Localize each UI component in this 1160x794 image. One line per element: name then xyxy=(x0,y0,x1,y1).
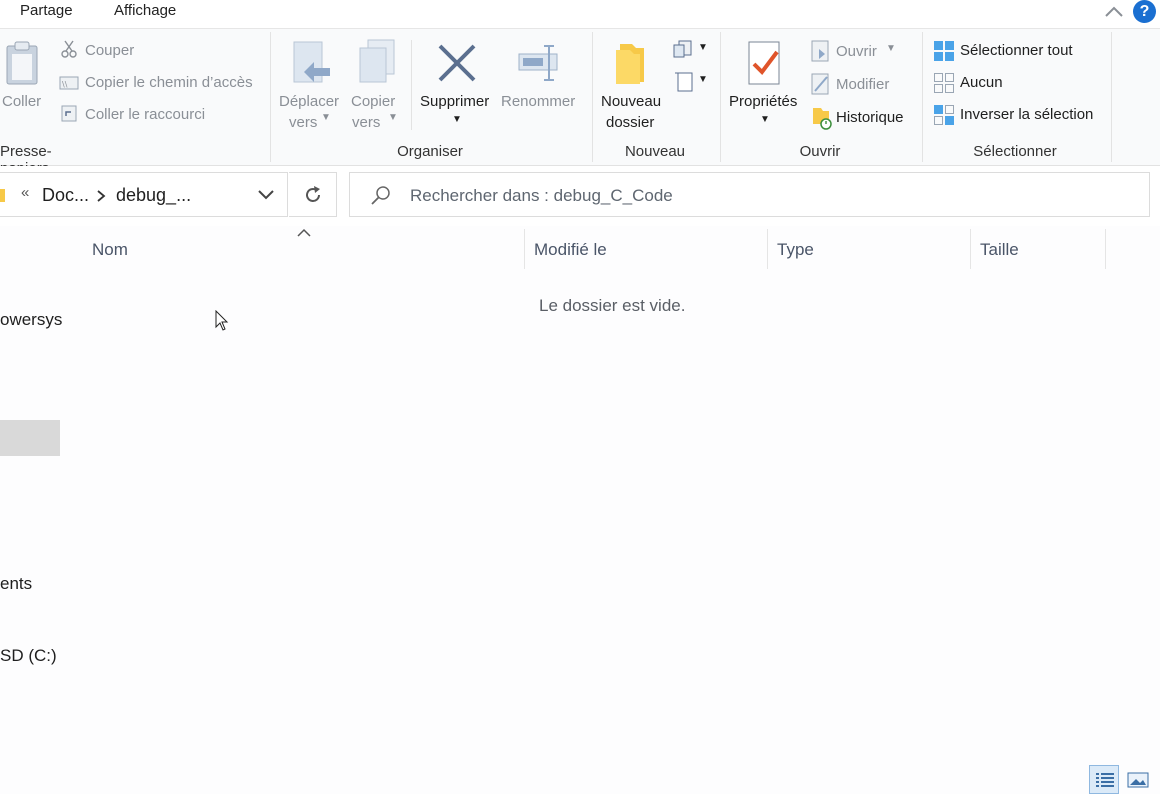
refresh-icon xyxy=(306,186,320,202)
dropdown-arrow-icon[interactable]: ▼ xyxy=(698,74,708,85)
details-view-icon xyxy=(1096,773,1114,787)
cut-button[interactable]: Couper xyxy=(85,42,134,59)
group-separator xyxy=(720,32,721,162)
move-to-icon[interactable] xyxy=(292,40,332,86)
column-divider[interactable] xyxy=(1105,229,1106,269)
open-button[interactable]: Ouvrir xyxy=(836,43,877,60)
search-placeholder[interactable]: Rechercher dans : debug_C_Code xyxy=(410,186,673,206)
column-header-type[interactable]: Type xyxy=(777,240,814,260)
history-icon xyxy=(813,108,832,130)
history-button[interactable]: Historique xyxy=(836,109,904,126)
search-box[interactable]: Rechercher dans : debug_C_Code xyxy=(349,172,1150,217)
rename-icon[interactable] xyxy=(517,42,563,84)
copy-to-label[interactable]: Copier xyxy=(351,93,395,110)
properties-icon[interactable] xyxy=(747,40,783,86)
group-separator xyxy=(411,40,412,130)
group-label-organize: Organiser xyxy=(397,143,463,160)
select-all-icon xyxy=(934,41,954,61)
invert-selection-icon xyxy=(934,105,954,125)
dropdown-arrow-icon[interactable]: ▼ xyxy=(452,114,462,125)
breadcrumb-item-current[interactable]: debug_... xyxy=(116,185,191,206)
edit-button[interactable]: Modifier xyxy=(836,76,889,93)
group-label-open: Ouvrir xyxy=(799,143,841,160)
column-divider[interactable] xyxy=(524,229,525,269)
copy-to-icon[interactable] xyxy=(358,38,400,86)
easy-access-icon[interactable] xyxy=(674,70,694,92)
group-separator xyxy=(1111,32,1112,162)
move-to-label[interactable]: Déplacer xyxy=(279,93,339,110)
tab-affichage[interactable]: Affichage xyxy=(114,2,176,19)
new-folder-icon[interactable] xyxy=(614,40,650,86)
chevron-right-icon xyxy=(97,190,106,202)
column-header-name[interactable]: Nom xyxy=(92,240,128,260)
dropdown-arrow-icon[interactable]: ▼ xyxy=(388,112,398,123)
copy-path-icon: \\ xyxy=(59,76,79,90)
delete-button[interactable]: Supprimer xyxy=(420,93,489,110)
ribbon-tab-bar: Partage Affichage ? xyxy=(0,0,1160,28)
search-icon xyxy=(371,186,390,205)
open-icon xyxy=(811,40,829,62)
breadcrumb-overflow[interactable]: « xyxy=(21,184,29,201)
large-icons-view-button[interactable] xyxy=(1123,765,1153,794)
chevron-up-icon[interactable] xyxy=(1104,4,1124,20)
paste-shortcut-icon xyxy=(61,105,77,122)
breadcrumb-item-documents[interactable]: Doc... xyxy=(42,185,89,206)
mouse-cursor-icon xyxy=(215,310,229,331)
column-divider[interactable] xyxy=(767,229,768,269)
empty-folder-message: Le dossier est vide. xyxy=(539,296,686,315)
group-separator xyxy=(592,32,593,162)
group-separator xyxy=(270,32,271,162)
group-separator xyxy=(922,32,923,162)
scissors-icon xyxy=(61,40,77,58)
group-label-select: Sélectionner xyxy=(973,143,1057,160)
svg-text:\\: \\ xyxy=(62,80,68,89)
edit-icon xyxy=(811,73,829,95)
new-folder-label[interactable]: Nouveau xyxy=(601,93,661,110)
properties-button[interactable]: Propriétés xyxy=(729,93,797,110)
rename-button[interactable]: Renommer xyxy=(501,93,575,110)
paste-button[interactable]: Coller xyxy=(2,93,41,110)
select-all-button[interactable]: Sélectionner tout xyxy=(960,42,1073,59)
move-to-label-2[interactable]: vers xyxy=(289,114,317,131)
nav-item-onedrive[interactable]: owersys xyxy=(0,310,62,330)
refresh-button[interactable] xyxy=(289,172,337,217)
column-header-size[interactable]: Taille xyxy=(980,240,1019,260)
details-view-button[interactable] xyxy=(1089,765,1119,794)
address-bar[interactable]: « Doc... debug_... xyxy=(0,172,288,217)
select-none-button[interactable]: Aucun xyxy=(960,74,1003,91)
clipboard-paste-icon[interactable] xyxy=(4,40,40,86)
nav-item-documents[interactable]: ents xyxy=(0,574,32,594)
new-folder-label-2[interactable]: dossier xyxy=(606,114,654,131)
help-icon[interactable]: ? xyxy=(1133,0,1156,23)
delete-x-icon[interactable] xyxy=(437,43,477,83)
copy-path-button[interactable]: Copier le chemin d’accès xyxy=(85,74,253,91)
nav-item-selected[interactable] xyxy=(0,420,60,456)
group-label-new: Nouveau xyxy=(624,143,686,160)
dropdown-arrow-icon[interactable]: ▼ xyxy=(321,112,331,123)
sort-ascending-icon xyxy=(297,228,311,237)
paste-shortcut-button[interactable]: Coller le raccourci xyxy=(85,106,205,123)
new-item-icon[interactable] xyxy=(673,39,695,59)
large-icons-view-icon xyxy=(1127,772,1149,788)
dropdown-arrow-icon[interactable]: ▼ xyxy=(698,42,708,53)
nav-item-drive-c[interactable]: SD (C:) xyxy=(0,646,57,666)
chevron-down-icon[interactable] xyxy=(258,190,274,200)
dropdown-arrow-icon[interactable]: ▼ xyxy=(760,114,770,125)
tab-partage[interactable]: Partage xyxy=(20,2,73,19)
copy-to-label-2[interactable]: vers xyxy=(352,114,380,131)
dropdown-arrow-icon[interactable]: ▼ xyxy=(886,43,896,54)
column-header-modified[interactable]: Modifié le xyxy=(534,240,607,260)
column-divider[interactable] xyxy=(970,229,971,269)
select-none-icon xyxy=(934,73,954,93)
invert-selection-button[interactable]: Inverser la sélection xyxy=(960,106,1093,123)
folder-icon xyxy=(0,189,5,202)
